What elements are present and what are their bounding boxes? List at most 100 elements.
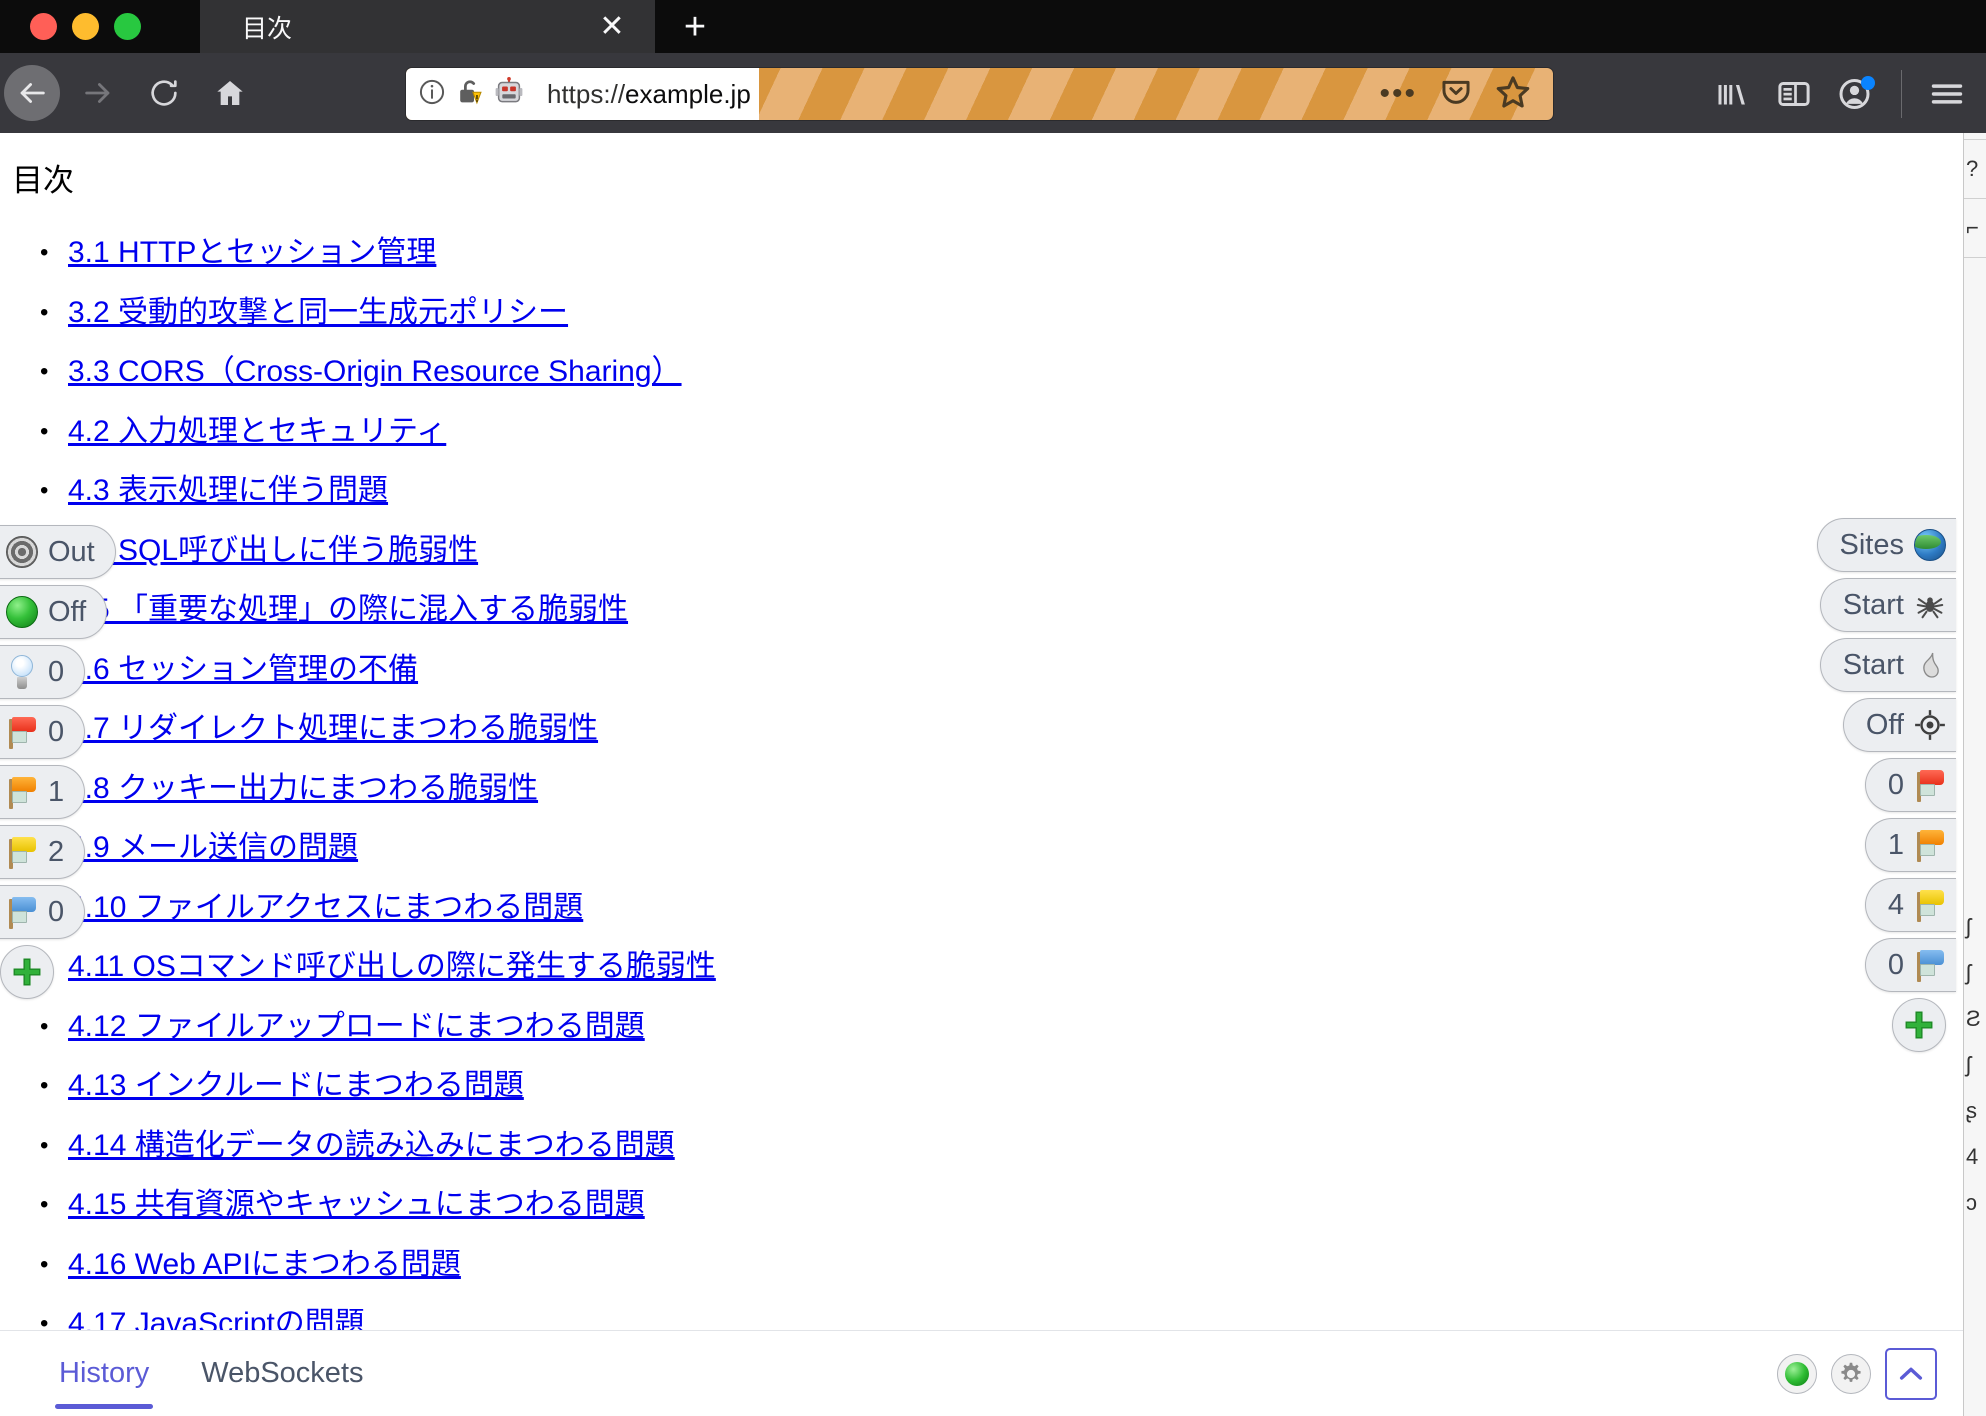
hud-active-scan-button[interactable]: Off [1842, 698, 1956, 752]
hud-add-tool-button-right[interactable] [1892, 998, 1946, 1052]
reload-glyph [151, 80, 177, 106]
hud-high-alerts-badge[interactable]: 0 [0, 705, 86, 759]
hud-spider-button[interactable]: Start [1819, 578, 1956, 632]
gear-glyph [1841, 1362, 1861, 1382]
library-glyph [1718, 85, 1745, 105]
hud-scope-label: Out [48, 535, 95, 568]
hud-ajax-spider-button[interactable]: Start [1819, 638, 1956, 692]
zap-hud-left-panel: Out Off 0 0 1 2 0 [0, 525, 116, 999]
page-actions-icon[interactable]: ••• [1379, 79, 1417, 109]
plus-icon [13, 958, 41, 986]
tab-websockets[interactable]: WebSockets [197, 1331, 367, 1416]
hud-low-alerts-badge[interactable]: 2 [0, 825, 86, 879]
list-item: 4.16 Web APIにまつわる問題 [40, 1240, 1963, 1300]
list-item: 4.2 入力処理とセキュリティ [40, 407, 1963, 467]
hud-info-alerts-count: 0 [48, 655, 65, 688]
list-item: 3.1 HTTPとセッション管理 [40, 228, 1963, 288]
browser-tab[interactable]: 目次 ✕ [200, 0, 655, 53]
lightbulb-icon [4, 654, 40, 690]
robot-icon[interactable] [494, 76, 524, 112]
hud-low-alerts-count: 2 [48, 835, 65, 868]
list-item: 4.3 表示処理に伴う問題 [40, 466, 1963, 526]
hud-page-low-alerts-badge[interactable]: 4 [1864, 878, 1956, 932]
hud-page-high-alerts-badge[interactable]: 0 [1864, 758, 1956, 812]
robot-glyph [495, 76, 523, 102]
broken-lock-warning-icon[interactable] [455, 77, 485, 112]
bg-text-line: ʃ [1966, 914, 1971, 939]
toc-link[interactable]: 3.3 CORS（Cross-Origin Resource Sharing） [68, 355, 682, 388]
hud-info-alerts-badge[interactable]: 0 [0, 645, 86, 699]
reload-icon[interactable] [136, 65, 192, 121]
hud-page-medium-alerts-badge[interactable]: 1 [1864, 818, 1956, 872]
gear-icon[interactable] [1831, 1353, 1871, 1394]
account-icon[interactable] [1825, 66, 1887, 122]
minimize-window-button[interactable] [72, 13, 99, 40]
maximize-window-button[interactable] [114, 13, 141, 40]
browser-window: 目次 ✕ + https://example.jp ••• 目次 3.1 HTT… [0, 0, 1986, 1416]
hamburger-menu-icon[interactable] [1916, 66, 1978, 122]
toc-link[interactable]: 4.12 ファイルアップロードにまつわる問題 [68, 1010, 645, 1043]
new-tab-button[interactable]: + [675, 7, 715, 47]
hud-page-info-alerts-badge[interactable]: 0 [1864, 938, 1956, 992]
hud-informational-alerts-badge[interactable]: 0 [0, 885, 86, 939]
background-window-sliver[interactable]: ? ⌐ ʃ ʃ Ƨ ʃ ʂ 4 ɔ [1963, 133, 1986, 1416]
toc-link[interactable]: 4.6 セッション管理の不備 [68, 653, 418, 686]
hud-page-high-alerts-count: 0 [1887, 768, 1904, 801]
hud-add-tool-button[interactable] [0, 945, 54, 999]
hud-ajax-spider-label: Start [1842, 648, 1904, 681]
zap-hud-bottom-drawer: History WebSockets [0, 1330, 1963, 1416]
red-flag-icon [4, 714, 40, 750]
bookmark-star-icon[interactable] [1495, 74, 1531, 115]
forward-arrow-icon[interactable] [70, 65, 126, 121]
toc-link[interactable]: 4.5 「重要な処理」の際に混入する脆弱性 [68, 593, 628, 626]
broken-lock-glyph [460, 79, 482, 104]
toc-link[interactable]: 4.7 リダイレクト処理にまつわる脆弱性 [68, 712, 598, 745]
list-item: 4.4 SQL呼び出しに伴う脆弱性 [40, 526, 1963, 586]
drawer-actions [1777, 1347, 1963, 1400]
toc-link[interactable]: 4.13 インクルードにまつわる問題 [68, 1069, 524, 1102]
hud-scope-button[interactable]: Out [0, 525, 116, 579]
library-icon[interactable] [1701, 66, 1763, 122]
toc-link[interactable]: 4.4 SQL呼び出しに伴う脆弱性 [68, 534, 478, 567]
drawer-tab-list: History WebSockets [0, 1331, 368, 1416]
hud-sites-label: Sites [1839, 528, 1904, 561]
toc-link[interactable]: 4.3 表示処理に伴う問題 [68, 474, 388, 507]
toc-link[interactable]: 4.2 入力処理とセキュリティ [68, 415, 446, 448]
tab-history[interactable]: History [55, 1331, 154, 1416]
table-of-contents-list: 3.1 HTTPとセッション管理 3.2 受動的攻撃と同一生成元ポリシー 3.3… [0, 200, 1963, 1416]
hud-medium-alerts-badge[interactable]: 1 [0, 765, 86, 819]
toolbar-right-group [1701, 68, 1978, 120]
close-icon[interactable]: ✕ [597, 11, 627, 42]
info-circle-icon[interactable] [418, 78, 446, 111]
toc-link[interactable]: 4.8 クッキー出力にまつわる脆弱性 [68, 772, 538, 805]
toolbar-divider [1901, 70, 1902, 118]
hud-medium-alerts-count: 1 [48, 775, 65, 808]
toc-link[interactable]: 4.16 Web APIにまつわる問題 [68, 1248, 461, 1281]
spider-icon [1912, 587, 1948, 623]
hud-spider-label: Start [1842, 588, 1904, 621]
toc-link[interactable]: 4.10 ファイルアクセスにまつわる問題 [68, 891, 583, 924]
toc-link[interactable]: 3.2 受動的攻撃と同一生成元ポリシー [68, 296, 568, 329]
zap-radar-icon[interactable] [1777, 1353, 1817, 1394]
toc-link[interactable]: 4.14 構造化データの読み込みにまつわる問題 [68, 1129, 675, 1162]
list-item: 4.15 共有資源やキャッシュにまつわる問題 [40, 1180, 1963, 1240]
pocket-icon[interactable] [1439, 75, 1473, 114]
hud-attack-mode-button[interactable]: Off [0, 585, 108, 639]
back-arrow-glyph [20, 83, 45, 103]
toc-link[interactable]: 4.11 OSコマンド呼び出しの際に発生する脆弱性 [68, 950, 716, 983]
hud-sites-tree-button[interactable]: Sites [1816, 518, 1956, 572]
drawer-expand-button[interactable] [1885, 1347, 1937, 1400]
url-bar[interactable]: https://example.jp ••• [406, 68, 1553, 120]
sidebar-icon[interactable] [1763, 66, 1825, 122]
toc-link[interactable]: 3.1 HTTPとセッション管理 [68, 236, 436, 269]
home-icon[interactable] [202, 65, 258, 121]
ajax-flame-glyph [1923, 652, 1939, 678]
close-window-button[interactable] [30, 13, 57, 40]
toc-link[interactable]: 4.15 共有資源やキャッシュにまつわる問題 [68, 1188, 645, 1221]
bg-text-line: ʂ [1966, 1098, 1977, 1123]
back-arrow-icon[interactable] [4, 65, 60, 121]
list-item: 4.10 ファイルアクセスにまつわる問題 [40, 883, 1963, 943]
bg-text-line: ? [1966, 156, 1979, 181]
tab-strip: 目次 ✕ + [0, 0, 1986, 53]
bg-text-line: ʃ [1966, 960, 1971, 985]
